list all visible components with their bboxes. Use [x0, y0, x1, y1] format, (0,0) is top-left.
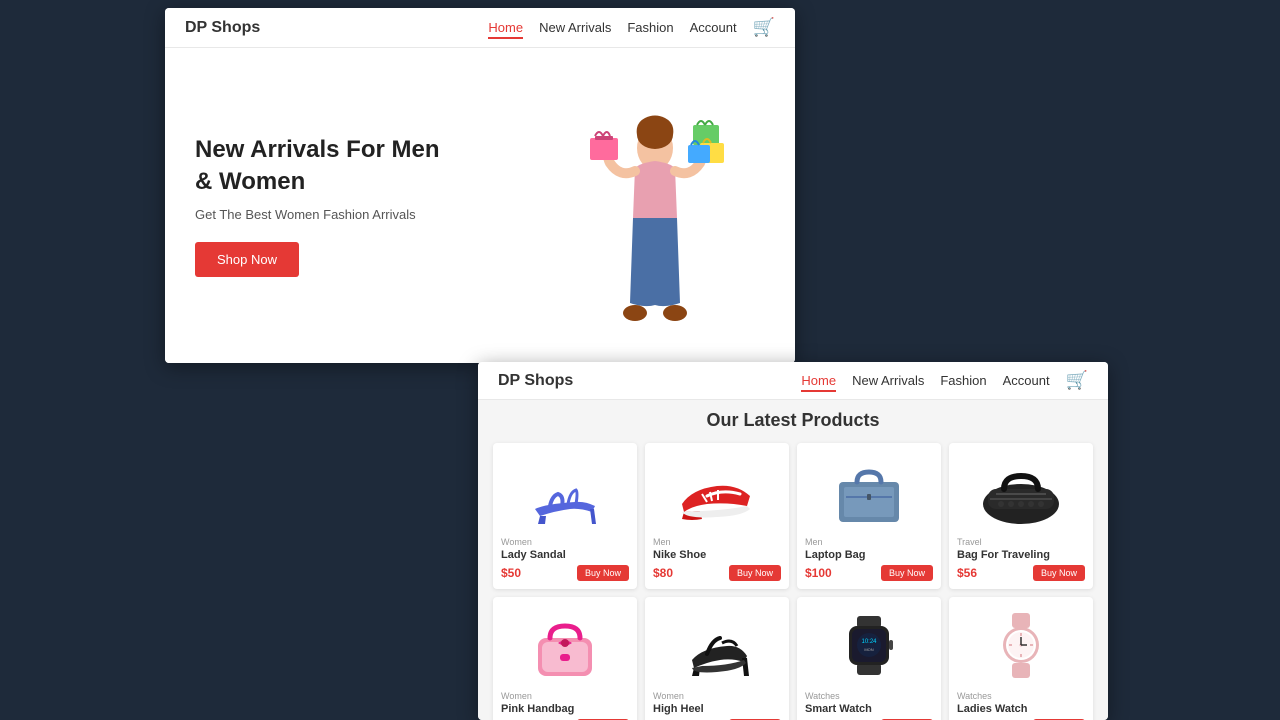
- product-image: [653, 451, 781, 531]
- hero-window: DP Shops Home New Arrivals Fashion Accou…: [165, 8, 795, 363]
- nav-links: Home New Arrivals Fashion Account 🛒: [488, 17, 775, 38]
- buy-now-button[interactable]: Buy Now: [729, 565, 781, 581]
- product-image: 10:24 MON: [805, 605, 933, 685]
- brand-logo[interactable]: DP Shops: [185, 19, 260, 37]
- product-price: $50: [501, 566, 521, 580]
- product-card: Watches Ladies Watch $95 Buy Now: [949, 597, 1093, 720]
- brand-logo-bottom[interactable]: DP Shops: [498, 372, 573, 390]
- product-image: [957, 451, 1085, 531]
- product-category: Watches: [957, 691, 1085, 701]
- shop-now-button[interactable]: Shop Now: [195, 242, 299, 277]
- hero-content: New Arrivals For Men & Women Get The Bes…: [165, 104, 485, 306]
- nav-fashion-b[interactable]: Fashion: [940, 373, 986, 388]
- product-image: [653, 605, 781, 685]
- product-footer: $56 Buy Now: [957, 565, 1085, 581]
- product-footer: $100 Buy Now: [805, 565, 933, 581]
- nav-links-bottom: Home New Arrivals Fashion Account 🛒: [801, 370, 1088, 391]
- product-category: Watches: [805, 691, 933, 701]
- product-category: Men: [653, 537, 781, 547]
- product-name: Pink Handbag: [501, 703, 629, 715]
- product-category: Women: [501, 537, 629, 547]
- product-price: $56: [957, 566, 977, 580]
- nav-home-b[interactable]: Home: [801, 373, 836, 392]
- product-name: Lady Sandal: [501, 549, 629, 561]
- product-category: Women: [653, 691, 781, 701]
- nav-new-arrivals-b[interactable]: New Arrivals: [852, 373, 924, 388]
- svg-text:MON: MON: [864, 647, 873, 652]
- product-card: Men Laptop Bag $100 Buy Now: [797, 443, 941, 589]
- nav-fashion[interactable]: Fashion: [627, 20, 673, 35]
- product-card: Women Lady Sandal $50 Buy Now: [493, 443, 637, 589]
- product-category: Men: [805, 537, 933, 547]
- buy-now-button[interactable]: Buy Now: [577, 565, 629, 581]
- cart-icon[interactable]: 🛒: [753, 17, 775, 37]
- svg-text:10:24: 10:24: [861, 639, 877, 645]
- navbar-bottom: DP Shops Home New Arrivals Fashion Accou…: [478, 362, 1108, 400]
- hero-section: New Arrivals For Men & Women Get The Bes…: [165, 48, 795, 363]
- product-name: Bag For Traveling: [957, 549, 1085, 561]
- nav-account[interactable]: Account: [690, 20, 737, 35]
- nav-home[interactable]: Home: [488, 20, 523, 39]
- product-card: Travel Bag For Traveling $56 Buy Now: [949, 443, 1093, 589]
- cart-icon-bottom[interactable]: 🛒: [1066, 370, 1088, 390]
- products-section: Our Latest Products Women: [478, 400, 1108, 720]
- product-image: [805, 451, 933, 531]
- product-price: $100: [805, 566, 832, 580]
- nav-account-b[interactable]: Account: [1003, 373, 1050, 388]
- product-image: [957, 605, 1085, 685]
- navbar-top: DP Shops Home New Arrivals Fashion Accou…: [165, 8, 795, 48]
- product-card: 10:24 MON Watches Smart Watch $120 Buy N…: [797, 597, 941, 720]
- product-category: Women: [501, 691, 629, 701]
- hero-image: [555, 63, 755, 363]
- product-footer: $80 Buy Now: [653, 565, 781, 581]
- product-footer: $50 Buy Now: [501, 565, 629, 581]
- hero-title: New Arrivals For Men & Women: [195, 134, 455, 196]
- product-name: Nike Shoe: [653, 549, 781, 561]
- buy-now-button[interactable]: Buy Now: [1033, 565, 1085, 581]
- products-window: DP Shops Home New Arrivals Fashion Accou…: [478, 362, 1108, 720]
- product-card: Women High Heel $60 Buy Now: [645, 597, 789, 720]
- hero-subtitle: Get The Best Women Fashion Arrivals: [195, 207, 455, 222]
- product-image: [501, 451, 629, 531]
- product-image: [501, 605, 629, 685]
- products-title: Our Latest Products: [493, 410, 1093, 431]
- buy-now-button[interactable]: Buy Now: [881, 565, 933, 581]
- product-category: Travel: [957, 537, 1085, 547]
- product-name: Smart Watch: [805, 703, 933, 715]
- products-grid: Women Lady Sandal $50 Buy Now: [493, 443, 1093, 720]
- product-name: High Heel: [653, 703, 781, 715]
- product-name: Ladies Watch: [957, 703, 1085, 715]
- product-card: Men Nike Shoe $80 Buy Now: [645, 443, 789, 589]
- product-price: $80: [653, 566, 673, 580]
- nav-new-arrivals[interactable]: New Arrivals: [539, 20, 611, 35]
- product-card: Women Pink Handbag $45 Buy Now: [493, 597, 637, 720]
- product-name: Laptop Bag: [805, 549, 933, 561]
